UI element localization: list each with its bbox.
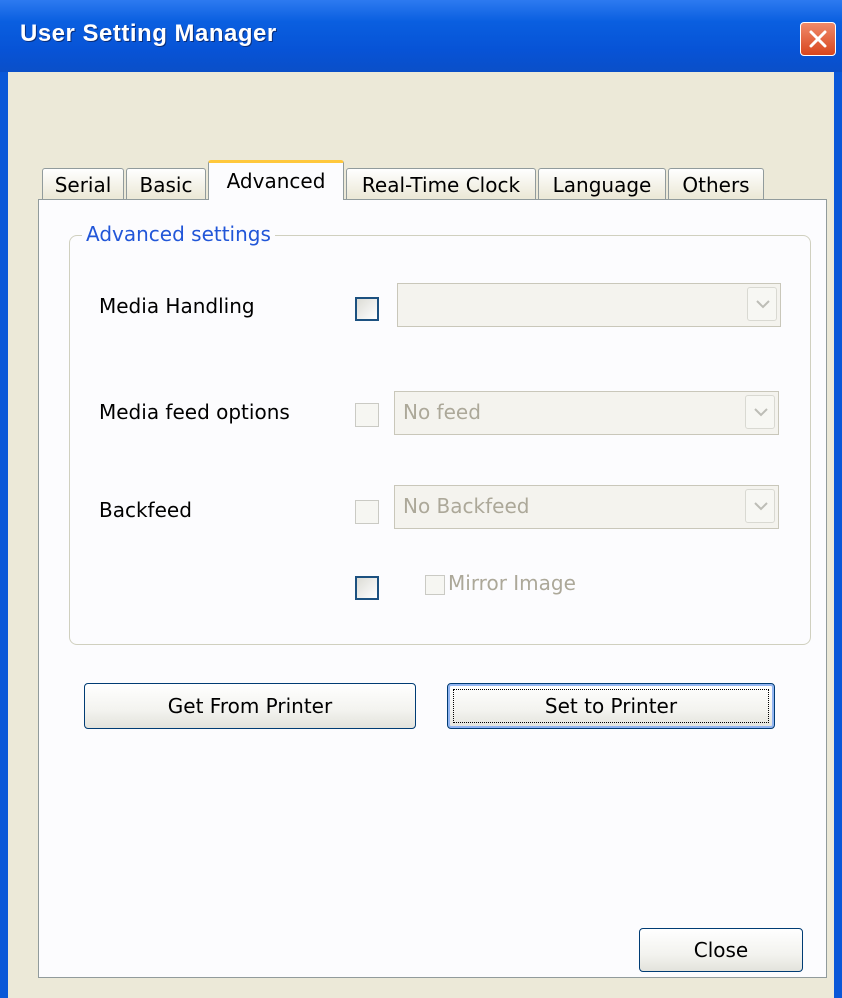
dropdown-arrow-button[interactable] [745, 489, 775, 523]
title-bar[interactable]: User Setting Manager [0, 0, 842, 72]
close-window-button[interactable] [800, 22, 836, 56]
advanced-tab-panel: Advanced settings Media Handling Media f… [38, 199, 827, 978]
mirror-enable-checkbox[interactable] [355, 576, 379, 600]
group-title: Advanced settings [82, 222, 275, 246]
window-title: User Setting Manager [20, 20, 277, 47]
backfeed-label: Backfeed [99, 498, 192, 522]
media-feed-options-checkbox[interactable] [355, 403, 379, 427]
close-button-label: Close [693, 938, 749, 962]
mirror-image-label: Mirror Image [448, 571, 576, 595]
tab-serial[interactable]: Serial [42, 168, 124, 200]
get-from-printer-button[interactable]: Get From Printer [84, 683, 416, 729]
get-from-printer-label: Get From Printer [167, 694, 333, 718]
mirror-image-checkbox[interactable] [425, 575, 445, 595]
close-icon [809, 30, 827, 48]
dropdown-arrow-button[interactable] [745, 395, 775, 429]
focus-ring [453, 689, 769, 723]
tab-others[interactable]: Others [668, 168, 764, 200]
tab-real-time-clock[interactable]: Real-Time Clock [346, 168, 536, 200]
media-feed-value: No feed [403, 400, 481, 424]
media-feed-options-label: Media feed options [99, 400, 290, 424]
tab-advanced[interactable]: Advanced [208, 160, 344, 200]
dropdown-arrow-button[interactable] [747, 287, 777, 321]
tab-basic[interactable]: Basic [126, 168, 206, 200]
tab-language[interactable]: Language [538, 168, 666, 200]
media-handling-checkbox[interactable] [355, 297, 379, 321]
close-button[interactable]: Close [639, 928, 803, 972]
set-to-printer-button[interactable]: Set to Printer [447, 683, 775, 729]
media-handling-label: Media Handling [99, 294, 255, 318]
chevron-down-icon [756, 300, 770, 309]
backfeed-checkbox[interactable] [355, 500, 379, 524]
media-feed-options-select[interactable]: No feed [394, 391, 779, 435]
chevron-down-icon [754, 502, 768, 511]
dialog-window: User Setting Manager Serial Basic Advanc… [0, 0, 842, 998]
backfeed-select[interactable]: No Backfeed [394, 485, 779, 529]
chevron-down-icon [754, 408, 768, 417]
media-handling-select[interactable] [397, 283, 781, 327]
advanced-settings-group: Advanced settings Media Handling Media f… [69, 222, 811, 645]
backfeed-value: No Backfeed [403, 494, 530, 518]
dialog-client-area: Serial Basic Advanced Real-Time Clock La… [8, 72, 834, 998]
